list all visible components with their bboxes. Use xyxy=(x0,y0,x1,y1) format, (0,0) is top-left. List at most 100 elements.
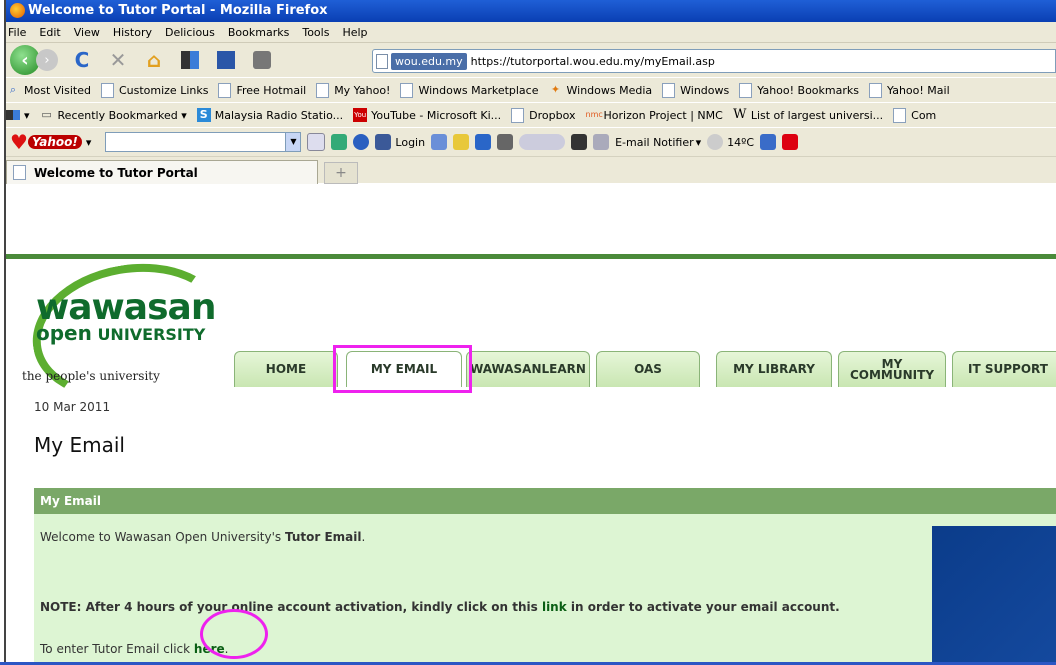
page-icon xyxy=(869,82,882,98)
title-bar: Welcome to Tutor Portal - Mozilla Firefo… xyxy=(6,0,1056,22)
bookmark-icon[interactable] xyxy=(214,48,238,72)
bookmark-customize-links[interactable]: Customize Links xyxy=(100,82,208,98)
bookmark-list-of-universities[interactable]: W List of largest universi... xyxy=(733,108,883,122)
joystick-icon[interactable] xyxy=(331,134,348,150)
activation-note: NOTE: After 4 hours of your online accou… xyxy=(40,600,840,614)
facebook-icon[interactable] xyxy=(375,134,392,150)
address-bar[interactable]: wou.edu.my https://tutorportal.wou.edu.m… xyxy=(372,49,1056,73)
menu-file[interactable]: File xyxy=(8,26,26,39)
page-icon xyxy=(316,82,330,98)
chevron-down-icon[interactable]: ▼ xyxy=(285,133,301,151)
nav-tab-oas[interactable]: OAS xyxy=(596,351,700,387)
bookmark-windows-media[interactable]: ✦ Windows Media xyxy=(549,83,653,97)
menu-history[interactable]: History xyxy=(113,26,152,39)
bookmark-yahoo-mail[interactable]: Yahoo! Mail xyxy=(869,82,950,98)
bookmark-windows[interactable]: Windows xyxy=(662,82,729,98)
bookmark-horizon-project[interactable]: nmc Horizon Project | NMC xyxy=(586,108,723,122)
media-player-icon[interactable] xyxy=(519,134,566,150)
red-e-icon[interactable] xyxy=(782,134,799,150)
note-suffix: in order to activate your email account. xyxy=(566,600,840,614)
login-link[interactable]: Login xyxy=(395,136,425,149)
avatar-icon[interactable] xyxy=(431,134,448,150)
sticky-icon[interactable] xyxy=(453,134,470,150)
circle-annotation xyxy=(200,609,268,659)
bookmark-yahoo-bookmarks[interactable]: Yahoo! Bookmarks xyxy=(739,82,859,98)
mail-icon[interactable] xyxy=(593,134,610,150)
tab-welcome-to-tutor-portal[interactable]: Welcome to Tutor Portal xyxy=(6,160,318,184)
window-title: Welcome to Tutor Portal - Mozilla Firefo… xyxy=(28,3,328,18)
menu-edit[interactable]: Edit xyxy=(39,26,60,39)
bookmark-windows-marketplace[interactable]: Windows Marketplace xyxy=(400,82,539,98)
bookmark-label: My Yahoo! xyxy=(334,83,391,97)
bookmark-dropbox[interactable]: Dropbox xyxy=(511,107,576,123)
tab-bar: Welcome to Tutor Portal + xyxy=(6,156,1056,184)
panel-header: My Email xyxy=(34,488,1056,514)
email-notifier-button[interactable]: E-mail Notifier xyxy=(615,136,694,149)
panel-body: Welcome to Wawasan Open University's Tut… xyxy=(34,514,1056,665)
welcome-text: Welcome to Wawasan Open University's Tut… xyxy=(40,530,365,544)
menu-delicious[interactable]: Delicious xyxy=(165,26,215,39)
messenger-icon[interactable] xyxy=(353,134,370,150)
menu-view[interactable]: View xyxy=(74,26,100,39)
bookmark-malaysia-radio[interactable]: S Malaysia Radio Statio... xyxy=(196,108,343,122)
url-text[interactable]: https://tutorportal.wou.edu.my/myEmail.a… xyxy=(471,55,715,68)
bookmark-label: Windows Marketplace xyxy=(418,83,539,97)
bookmarks-toolbar-2: ▾ ▭ Recently Bookmarked ▾ S Malaysia Radio… xyxy=(6,102,1056,127)
tagline: the people's university xyxy=(22,369,160,383)
page-icon xyxy=(739,82,753,98)
logo-university: UNIVERSITY xyxy=(97,325,206,344)
yahoo-search-input[interactable]: ▼ xyxy=(105,132,302,152)
arrow-icon[interactable] xyxy=(307,133,326,151)
bookmark-recently-bookmarked[interactable]: ▭ Recently Bookmarked ▾ xyxy=(40,108,186,122)
wou-logo[interactable]: wawasan open UNIVERSITY xyxy=(21,249,239,415)
window-icon[interactable] xyxy=(760,134,777,150)
menu-help[interactable]: Help xyxy=(342,26,367,39)
menu-bookmarks[interactable]: Bookmarks xyxy=(228,26,289,39)
new-tab-button[interactable]: + xyxy=(324,162,358,184)
forward-button[interactable]: › xyxy=(36,49,58,71)
yahoo-brand-button[interactable]: Yahoo! xyxy=(28,135,82,149)
bookmark-free-hotmail[interactable]: Free Hotmail xyxy=(218,82,307,98)
site-identity-badge[interactable]: wou.edu.my xyxy=(391,52,467,70)
navigation-toolbar: ‹ › C ✕ ⌂ wou.edu.my https://tutorportal… xyxy=(6,43,1056,77)
menu-tools[interactable]: Tools xyxy=(302,26,329,39)
nav-tab-wawasanlearn[interactable]: WAWASANLEARN xyxy=(466,351,590,387)
tag-icon[interactable] xyxy=(250,48,274,72)
s-icon[interactable] xyxy=(475,134,492,150)
home-button[interactable]: ⌂ xyxy=(142,48,166,72)
bookmark-label: Free Hotmail xyxy=(236,83,307,97)
note-prefix: NOTE: After 4 hours of your online accou… xyxy=(40,600,542,614)
bookmark-label: List of largest universi... xyxy=(750,108,884,122)
bookmark-most-visited[interactable]: ⌕ Most Visited xyxy=(6,83,91,97)
enter-email-text: To enter Tutor Email click here. xyxy=(40,642,229,656)
welcome-suffix: . xyxy=(361,530,366,544)
nav-tab-my-library[interactable]: MY LIBRARY xyxy=(716,351,832,387)
delicious-icon[interactable] xyxy=(178,48,202,72)
bookmark-label: Windows Media xyxy=(566,83,653,97)
bookmark-menu-button[interactable]: ▾ xyxy=(6,109,30,122)
promo-banner xyxy=(932,526,1056,665)
bookmark-label: Yahoo! Mail xyxy=(887,83,950,97)
bookmark-label: Horizon Project | NMC xyxy=(603,108,723,122)
bookmark-label: Most Visited xyxy=(24,83,91,97)
bookmark-label: Yahoo! Bookmarks xyxy=(757,83,859,97)
camera-icon[interactable] xyxy=(571,134,588,150)
activation-link[interactable]: link xyxy=(542,600,567,614)
bookmark-label: Com xyxy=(911,108,937,122)
page-icon xyxy=(662,82,676,98)
tv-icon[interactable] xyxy=(497,134,514,150)
reload-button[interactable]: C xyxy=(70,48,94,72)
weather-temperature[interactable]: 14ºC xyxy=(727,136,754,149)
weather-icon[interactable] xyxy=(707,134,724,150)
chevron-down-icon[interactable]: ▾ xyxy=(696,136,702,149)
bookmark-my-yahoo[interactable]: My Yahoo! xyxy=(316,82,391,98)
nav-tab-home[interactable]: HOME xyxy=(234,351,338,387)
nav-tab-my-community[interactable]: MY COMMUNITY xyxy=(838,351,946,387)
stop-button[interactable]: ✕ xyxy=(106,48,130,72)
welcome-bold: Tutor Email xyxy=(284,530,362,544)
nav-tab-it-support[interactable]: IT SUPPORT xyxy=(952,351,1056,387)
bookmark-com[interactable]: Com xyxy=(893,107,937,123)
yahoo-dropdown-icon[interactable]: ▾ xyxy=(86,136,92,149)
page-icon xyxy=(100,82,114,98)
bookmark-youtube[interactable]: You YouTube - Microsoft Ki... xyxy=(353,108,501,122)
